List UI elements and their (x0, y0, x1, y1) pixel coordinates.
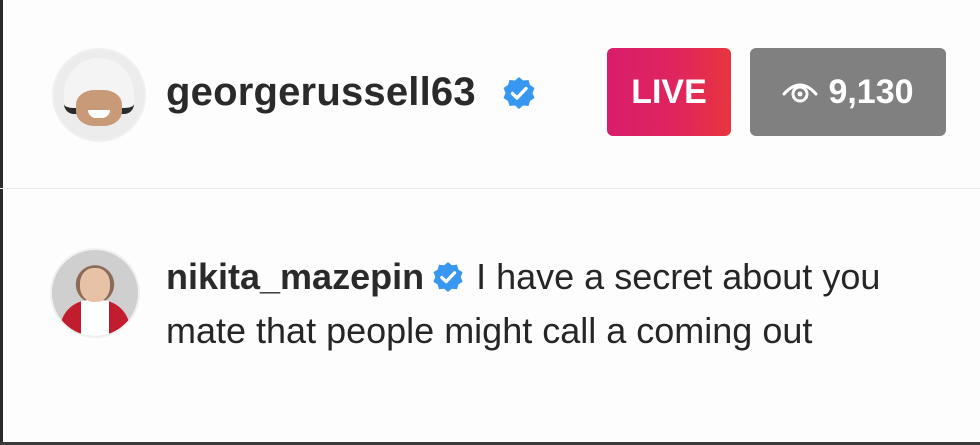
viewer-count: 9,130 (828, 72, 914, 111)
commenter-username[interactable]: nikita_mazepin (166, 256, 424, 297)
live-badge: LIVE (607, 48, 731, 136)
face-shape (76, 90, 122, 126)
comment-body: nikita_mazepin I have a secret about you… (166, 250, 956, 358)
head-shape (80, 268, 110, 302)
broadcaster-avatar[interactable] (52, 48, 146, 142)
race-suit-shape (60, 300, 130, 336)
live-label: LIVE (631, 72, 707, 111)
live-stream-screen: georgerussell63 LIVE 9,130 nikita_mazepi… (0, 0, 980, 445)
viewer-count-badge[interactable]: 9,130 (750, 48, 946, 136)
verified-badge-icon (503, 77, 535, 109)
commenter-avatar[interactable] (50, 248, 140, 338)
eye-icon (782, 83, 818, 103)
broadcaster-username[interactable]: georgerussell63 (166, 70, 476, 115)
live-header: georgerussell63 LIVE 9,130 (0, 0, 980, 189)
verified-badge-icon (433, 261, 463, 293)
